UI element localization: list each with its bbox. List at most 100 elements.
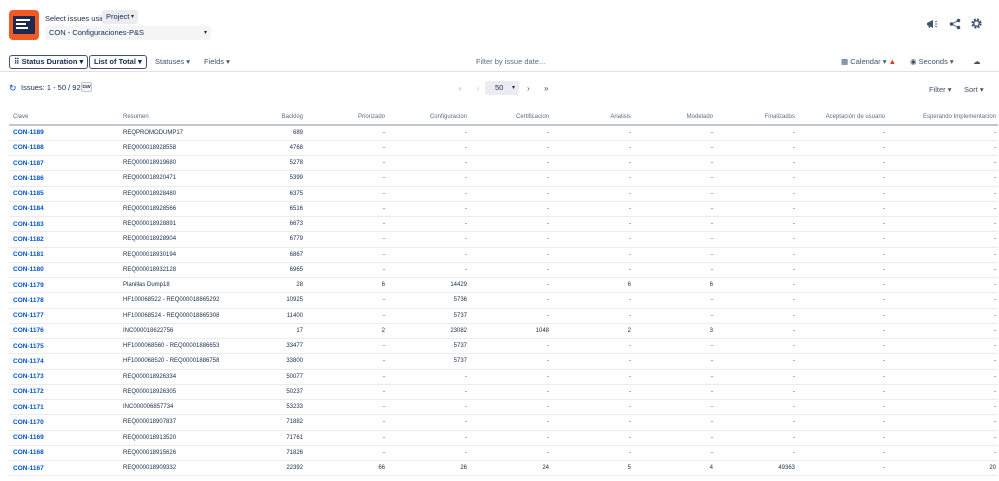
- issue-key-link[interactable]: CON-1167: [9, 460, 119, 477]
- column-header[interactable]: Modelado: [633, 109, 715, 126]
- first-page-icon[interactable]: «: [458, 84, 462, 93]
- issue-key-link[interactable]: CON-1188: [9, 140, 119, 157]
- csv-export-button[interactable]: csv: [81, 82, 92, 92]
- duration-cell: -: [387, 430, 469, 446]
- table-row: CON-1180 REQ000018932128 6965- - - - - - - -: [9, 262, 998, 279]
- duration-cell: -: [387, 216, 469, 233]
- issue-key-link[interactable]: CON-1171: [9, 399, 119, 416]
- issue-key-link[interactable]: CON-1170: [9, 414, 119, 431]
- next-page-icon[interactable]: ›: [527, 84, 530, 93]
- issue-summary: REQ000018915626: [119, 445, 219, 462]
- duration-cell: -: [551, 338, 633, 355]
- issue-key-link[interactable]: CON-1178: [9, 292, 119, 309]
- calendar-label: Calendar: [850, 57, 881, 66]
- issue-key-link[interactable]: CON-1181: [9, 247, 119, 263]
- warning-icon: ▲: [888, 57, 897, 66]
- chevron-down-icon: ▾: [511, 85, 515, 91]
- issue-summary: HF100068522 - REQ000018865292: [119, 292, 219, 309]
- duration-cell: -: [887, 247, 998, 263]
- refresh-icon[interactable]: ↻: [9, 83, 17, 94]
- fields-label: Fields: [204, 57, 225, 66]
- issue-key-link[interactable]: CON-1169: [9, 430, 119, 446]
- column-header[interactable]: Clave: [9, 109, 119, 126]
- column-header[interactable]: Resumen: [119, 109, 219, 126]
- column-header[interactable]: Analisis: [551, 109, 633, 126]
- cloud-icon[interactable]: ☁: [973, 55, 981, 69]
- seconds-dropdown[interactable]: ◉ Seconds ▾: [910, 55, 954, 69]
- issue-key-link[interactable]: CON-1174: [9, 353, 119, 370]
- issue-summary: REQPROMODUMP17: [119, 125, 219, 141]
- duration-cell: -: [469, 186, 551, 202]
- filter-date-input[interactable]: Filter by issue date...: [476, 55, 545, 69]
- chevron-down-icon: ▾: [882, 57, 887, 66]
- duration-cell: -: [551, 140, 633, 157]
- issue-key-link[interactable]: CON-1184: [9, 201, 119, 218]
- calendar-dropdown[interactable]: ▦ Calendar ▾ ▲: [841, 55, 896, 69]
- duration-cell: -: [633, 155, 715, 172]
- issue-key-link[interactable]: CON-1180: [9, 262, 119, 279]
- mode-dropdown[interactable]: Project ▾: [102, 10, 138, 24]
- megaphone-icon[interactable]: [925, 17, 938, 30]
- list-of-total-button[interactable]: List of Total ▾: [89, 55, 147, 69]
- project-select[interactable]: CON - Configuraciones-P&S ▾: [45, 26, 211, 40]
- fields-dropdown[interactable]: Fields ▾: [204, 55, 230, 69]
- issue-key-link[interactable]: CON-1186: [9, 170, 119, 187]
- statuses-dropdown[interactable]: Statuses ▾: [155, 55, 190, 69]
- duration-cell: -: [633, 353, 715, 370]
- issue-key-link[interactable]: CON-1182: [9, 231, 119, 248]
- duration-cell: -: [469, 216, 551, 233]
- duration-cell: 20: [887, 460, 998, 477]
- duration-cell: -: [305, 353, 387, 370]
- duration-cell: -: [715, 399, 797, 416]
- issue-key-link[interactable]: CON-1175: [9, 338, 119, 355]
- duration-cell: -: [551, 155, 633, 172]
- issue-key-link[interactable]: CON-1177: [9, 308, 119, 324]
- duration-cell: -: [469, 308, 551, 324]
- column-header[interactable]: Esperando Implementacion: [887, 109, 998, 126]
- issue-key-link[interactable]: CON-1173: [9, 369, 119, 385]
- duration-cell: -: [387, 186, 469, 202]
- gear-icon[interactable]: [970, 17, 983, 30]
- issue-key-link[interactable]: CON-1179: [9, 277, 119, 294]
- issue-key-link[interactable]: CON-1168: [9, 445, 119, 462]
- prev-page-icon[interactable]: ‹: [477, 84, 480, 93]
- issue-key-link[interactable]: CON-1187: [9, 155, 119, 172]
- column-header[interactable]: Finalizados: [715, 109, 797, 126]
- filter-dropdown[interactable]: Filter ▾: [929, 85, 952, 94]
- duration-cell: 5737: [387, 308, 469, 324]
- duration-cell: -: [469, 292, 551, 309]
- duration-cell: -: [633, 201, 715, 218]
- duration-cell: -: [633, 125, 715, 141]
- issue-key-link[interactable]: CON-1183: [9, 216, 119, 233]
- duration-cell: -: [633, 399, 715, 416]
- issue-key-link[interactable]: CON-1176: [9, 323, 119, 340]
- duration-cell: -: [797, 369, 887, 385]
- duration-cell: -: [387, 369, 469, 385]
- duration-cell: -: [887, 125, 998, 141]
- duration-cell: 71761: [219, 430, 305, 446]
- column-header[interactable]: Certificacion: [469, 109, 551, 126]
- sort-dropdown[interactable]: Sort ▾: [964, 85, 984, 94]
- status-duration-button[interactable]: ⠿ Status Duration ▾: [9, 55, 89, 69]
- duration-cell: 6965: [219, 262, 305, 279]
- duration-cell: 10925: [219, 292, 305, 309]
- status-duration-label: Status Duration: [21, 57, 78, 66]
- column-header[interactable]: Backlog: [219, 109, 305, 126]
- duration-cell: -: [633, 414, 715, 431]
- issue-key-link[interactable]: CON-1189: [9, 125, 119, 141]
- issue-summary: REQ000018928891: [119, 216, 219, 233]
- per-page-select[interactable]: 50 ▾: [485, 81, 519, 95]
- issue-key-link[interactable]: CON-1185: [9, 186, 119, 202]
- duration-cell: -: [715, 277, 797, 294]
- last-page-icon[interactable]: »: [544, 84, 548, 93]
- table-header-row: Clave Resumen Backlog Priorizado Configuraci…: [9, 109, 998, 126]
- duration-cell: -: [797, 201, 887, 218]
- column-header[interactable]: Priorizado: [305, 109, 387, 126]
- share-icon[interactable]: [948, 17, 961, 30]
- column-header[interactable]: Configuracion: [387, 109, 469, 126]
- duration-cell: -: [305, 155, 387, 172]
- duration-cell: -: [715, 216, 797, 233]
- issue-key-link[interactable]: CON-1172: [9, 384, 119, 401]
- column-header[interactable]: Aceptación de usuario: [797, 109, 887, 126]
- duration-cell: 26: [387, 460, 469, 477]
